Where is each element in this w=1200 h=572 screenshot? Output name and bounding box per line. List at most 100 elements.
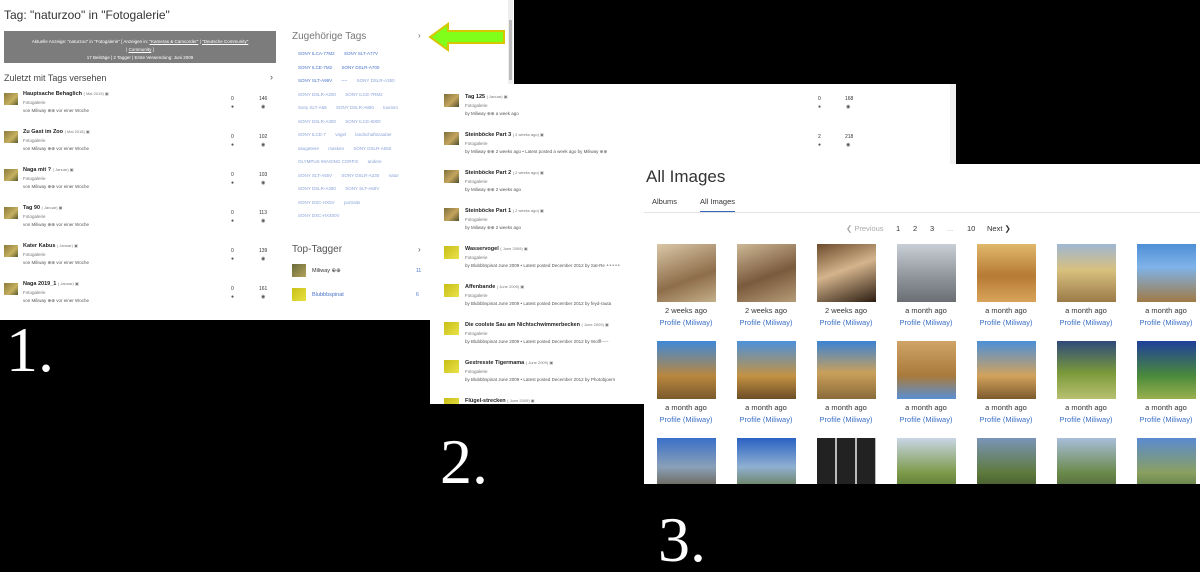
pager-page[interactable]: 1 (896, 224, 900, 233)
tag-link[interactable]: masken (328, 146, 344, 151)
image-thumbnail[interactable] (816, 244, 876, 302)
image-thumbnail[interactable] (896, 438, 956, 484)
image-tile[interactable]: a month ago Profile (Miliway) (892, 341, 960, 437)
image-thumbnail[interactable] (1136, 341, 1196, 399)
tag-link[interactable]: SONY DSLR-A350 (357, 78, 395, 83)
profile-link[interactable]: Profile (Miliway) (892, 318, 960, 327)
pager-page[interactable]: 3 (930, 224, 934, 233)
tag-link[interactable]: SONY DSLR-A850 (336, 105, 374, 110)
image-thumbnail[interactable] (816, 341, 876, 399)
image-thumbnail[interactable] (976, 244, 1036, 302)
tag-link[interactable]: SONY SLT-A77V (344, 51, 378, 56)
image-thumbnail[interactable] (656, 244, 716, 302)
tag-link[interactable]: SONY DSLR-A700 (341, 65, 379, 70)
tag-link[interactable]: SONY DSLR-A300 (298, 119, 336, 124)
thumbnail[interactable] (444, 284, 459, 297)
tag-link[interactable]: SONY DSLR-A200 (298, 92, 336, 97)
tag-link[interactable]: SONY ILCA-77M2 (298, 51, 335, 56)
profile-link[interactable]: Profile (Miliway) (972, 415, 1040, 424)
item-title[interactable]: Zu Gast im Zoo ( Mai 2018) ▣ (23, 129, 90, 135)
tag-link[interactable]: SONY DSLR-A390 (298, 186, 336, 191)
profile-link[interactable]: Profile (Miliway) (1052, 415, 1120, 424)
list-item[interactable]: Naga mit ? ( Januar) ▣ Fotogalerie von Mil… (4, 167, 274, 201)
image-thumbnail[interactable] (736, 438, 796, 484)
image-tile[interactable]: 2 weeks ago Profile (Miliway) (652, 244, 720, 340)
item-title[interactable]: Naga 2019_1 ( Januar) ▣ (23, 281, 79, 287)
image-thumbnail[interactable] (736, 244, 796, 302)
list-item[interactable]: Tag 125 ( Januar) ▣ Fotogalerie by Miliway… (444, 94, 864, 132)
tag-link[interactable]: SONY SLT-A99V (298, 78, 332, 83)
list-item[interactable]: Hauptsache Behaglich ( Mai 2019) ▣ Fotoga… (4, 91, 274, 125)
item-title-text[interactable]: Gestresste Tigermama (465, 360, 524, 366)
profile-link[interactable]: Profile (Miliway) (892, 415, 960, 424)
thumbnail[interactable] (444, 398, 459, 404)
image-thumbnail[interactable] (1136, 438, 1196, 484)
list-item[interactable]: Kater Kabus ( Januar) ▣ Fotogalerie von Mi… (4, 243, 274, 277)
item-title[interactable]: Naga mit ? ( Januar) ▣ (23, 167, 74, 173)
item-title-text[interactable]: Hauptsache Behaglich (23, 91, 82, 97)
image-tile[interactable]: 2 weeks ago Profile (Miliway) (732, 244, 800, 340)
item-title[interactable]: Tag 90 ( Januar) ▣ (23, 205, 62, 211)
tag-link[interactable]: säugetiere (298, 146, 319, 151)
item-title-text[interactable]: Tag 90 (23, 205, 40, 211)
thumbnail[interactable] (4, 207, 18, 219)
image-tile[interactable]: a month ago Profile (Miliway) (1052, 341, 1120, 437)
image-thumbnail[interactable] (1136, 244, 1196, 302)
chevron-right-icon[interactable]: › (418, 245, 421, 254)
tag-link[interactable]: SONY DSLR-A230 (341, 173, 379, 178)
thumbnail[interactable] (444, 94, 459, 107)
list-item[interactable]: Naga 2019_1 ( Januar) ▣ Fotogalerie von Mi… (4, 281, 274, 315)
profile-link[interactable]: Profile (Miliway) (1132, 318, 1200, 327)
image-thumbnail[interactable] (736, 341, 796, 399)
item-title[interactable]: Steinböcke Part 3 ( 2 weeks ago) ▣ (465, 132, 544, 138)
item-title-text[interactable]: Tag 125 (465, 94, 485, 100)
image-thumbnail[interactable] (896, 244, 956, 302)
image-tile[interactable]: a month ago Profile (Miliway) (972, 244, 1040, 340)
thumbnail[interactable] (444, 246, 459, 259)
item-title[interactable]: Gestresste Tigermama ( June 2009) ▣ (465, 360, 553, 366)
image-tile[interactable]: a month ago Profile (Miliway) (732, 341, 800, 437)
tag-link[interactable]: SONY ILCE-6000 (345, 119, 380, 124)
item-title-text[interactable]: Zu Gast im Zoo (23, 129, 63, 135)
profile-link[interactable]: Profile (Miliway) (732, 318, 800, 327)
image-thumbnail[interactable] (1056, 244, 1116, 302)
thumbnail[interactable] (444, 360, 459, 373)
image-tile[interactable] (972, 438, 1040, 484)
tag-link[interactable]: tourism (383, 105, 398, 110)
item-title[interactable]: Kater Kabus ( Januar) ▣ (23, 243, 78, 249)
item-title-text[interactable]: Kater Kabus (23, 243, 55, 249)
pager-previous[interactable]: ❮ Previous (846, 224, 884, 233)
tag-link[interactable]: landschaftszauber (355, 132, 392, 137)
image-thumbnail[interactable] (896, 341, 956, 399)
profile-link[interactable]: Profile (Miliway) (1052, 318, 1120, 327)
profile-link[interactable]: Profile (Miliway) (812, 318, 880, 327)
item-title-text[interactable]: Naga mit ? (23, 167, 51, 173)
tag-link[interactable]: natur (389, 173, 399, 178)
tag-link[interactable]: SONY ILCE-7RM2 (345, 92, 382, 97)
banner-link-kameras[interactable]: "Kameras & Camcorder" (149, 39, 198, 44)
tagger-name[interactable]: Blubbbspinat (312, 292, 344, 298)
image-tile[interactable] (652, 438, 720, 484)
image-tile[interactable] (812, 438, 880, 484)
banner-link-community[interactable]: Community (129, 47, 152, 52)
thumbnail[interactable] (444, 170, 459, 183)
item-title[interactable]: Flügel-strecken ( June 2009) ▣ (465, 398, 535, 404)
item-title[interactable]: Affenbande ( June 2009) ▣ (465, 284, 524, 290)
pager-page[interactable]: 2 (913, 224, 917, 233)
tag-link[interactable]: portraits (344, 200, 360, 205)
tagger-item[interactable]: Miliway ⊕⊕ 11 (292, 264, 432, 280)
pager-next[interactable]: Next ❯ (987, 224, 1011, 233)
tag-link[interactable]: andere (368, 159, 382, 164)
tag-link[interactable]: SONY SLT-A55V (298, 173, 332, 178)
item-title-text[interactable]: Affenbande (465, 284, 495, 290)
image-tile[interactable]: a month ago Profile (Miliway) (1132, 341, 1200, 437)
tagger-item[interactable]: Blubbbspinat 6 (292, 288, 432, 304)
item-title[interactable]: Die coolste Sau am Nichtschwimmerbecken … (465, 322, 609, 328)
image-tile[interactable] (1132, 438, 1200, 484)
image-tile[interactable]: 2 weeks ago Profile (Miliway) (812, 244, 880, 340)
tag-link[interactable]: SONY DSLR-A550 (353, 146, 391, 151)
tag-link[interactable]: vögel (335, 132, 346, 137)
profile-link[interactable]: Profile (Miliway) (972, 318, 1040, 327)
image-thumbnail[interactable] (1056, 341, 1116, 399)
profile-link[interactable]: Profile (Miliway) (652, 415, 720, 424)
